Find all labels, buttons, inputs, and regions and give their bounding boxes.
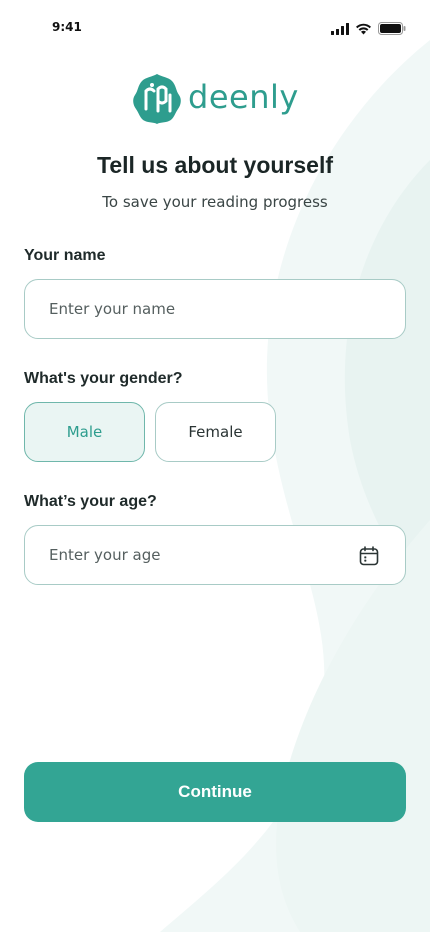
cellular-signal-icon — [331, 22, 349, 35]
status-bar: 9:41 — [0, 0, 430, 56]
page-subtitle: To save your reading progress — [102, 193, 328, 211]
name-placeholder: Enter your name — [49, 300, 176, 318]
gender-option-male[interactable]: Male — [24, 402, 145, 462]
gender-option-female[interactable]: Female — [155, 402, 276, 462]
name-input[interactable]: Enter your name — [24, 279, 406, 339]
name-label: Your name — [24, 247, 106, 264]
age-label: What’s your age? — [24, 493, 157, 510]
battery-icon — [378, 22, 406, 35]
gender-label: What's your gender? — [24, 370, 183, 387]
status-icons — [331, 22, 406, 35]
age-input[interactable]: Enter your age — [24, 525, 406, 585]
page-title: Tell us about yourself — [97, 152, 333, 178]
deenly-emblem-icon — [133, 74, 181, 124]
calendar-icon[interactable] — [357, 544, 381, 568]
status-time: 9:41 — [52, 20, 82, 34]
continue-button[interactable]: Continue — [24, 762, 406, 822]
age-placeholder: Enter your age — [49, 546, 161, 564]
wifi-icon — [356, 23, 371, 34]
brand-wordmark: deenly — [188, 78, 299, 116]
brand-logo: deenly — [130, 70, 310, 126]
